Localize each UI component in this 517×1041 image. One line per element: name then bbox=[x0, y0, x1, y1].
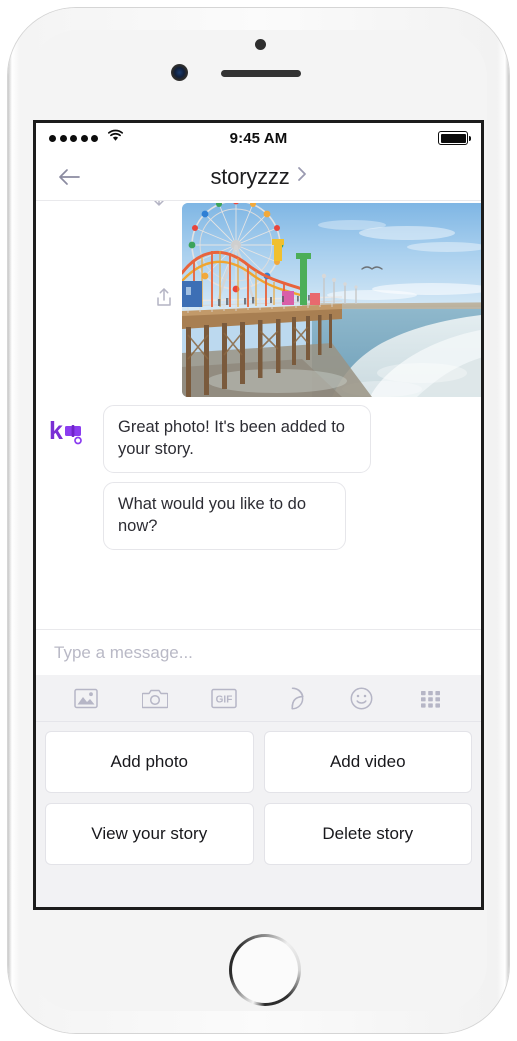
kik-bot-avatar-icon: k bbox=[49, 417, 91, 449]
chat-message-list[interactable]: k Great photo! It's been added to your s… bbox=[36, 201, 481, 629]
gallery-icon[interactable] bbox=[69, 683, 103, 713]
svg-text:GIF: GIF bbox=[216, 694, 233, 705]
reply-icon[interactable] bbox=[153, 201, 175, 220]
front-camera-icon bbox=[171, 64, 188, 81]
apps-grid-icon[interactable] bbox=[414, 683, 448, 713]
message-input[interactable] bbox=[54, 642, 463, 663]
bot-message-bubble: Great photo! It's been added to your sto… bbox=[103, 405, 371, 473]
shared-photo[interactable] bbox=[182, 203, 481, 397]
add-video-button[interactable]: Add video bbox=[263, 731, 472, 793]
attachment-toolbar: GIF bbox=[36, 675, 481, 722]
share-upload-icon[interactable] bbox=[154, 286, 174, 313]
quick-actions-row: View your story Delete story bbox=[45, 803, 472, 865]
page-title: storyzzz bbox=[210, 163, 290, 189]
delete-story-button[interactable]: Delete story bbox=[263, 803, 472, 865]
chat-title-button[interactable]: storyzzz bbox=[36, 164, 481, 190]
quick-actions-row: Add photo Add video bbox=[45, 731, 472, 793]
chevron-right-icon bbox=[297, 166, 307, 187]
battery-full-icon bbox=[438, 131, 471, 145]
status-bar-right bbox=[438, 131, 471, 145]
view-your-story-button[interactable]: View your story bbox=[45, 803, 254, 865]
home-button[interactable] bbox=[229, 934, 301, 1006]
sticker-icon[interactable] bbox=[276, 683, 310, 713]
bot-message-bubble: What would you like to do now? bbox=[103, 482, 346, 550]
phone-screen: 9:45 AM storyzzz k Great photo! It's bee… bbox=[33, 120, 484, 910]
proximity-sensor-icon bbox=[255, 39, 266, 50]
quick-actions-pane: Add photo Add video View your story Dele… bbox=[36, 722, 481, 907]
nav-header: storyzzz bbox=[36, 153, 481, 201]
emoji-icon[interactable] bbox=[345, 683, 379, 713]
add-photo-button[interactable]: Add photo bbox=[45, 731, 254, 793]
svg-text:k: k bbox=[49, 417, 63, 445]
status-bar: 9:45 AM bbox=[36, 123, 481, 153]
status-bar-time: 9:45 AM bbox=[229, 129, 288, 147]
earpiece-speaker bbox=[221, 70, 301, 77]
gif-icon[interactable]: GIF bbox=[207, 683, 241, 713]
camera-icon[interactable] bbox=[138, 683, 172, 713]
message-input-bar bbox=[36, 629, 481, 675]
photo-message-actions bbox=[149, 201, 182, 399]
